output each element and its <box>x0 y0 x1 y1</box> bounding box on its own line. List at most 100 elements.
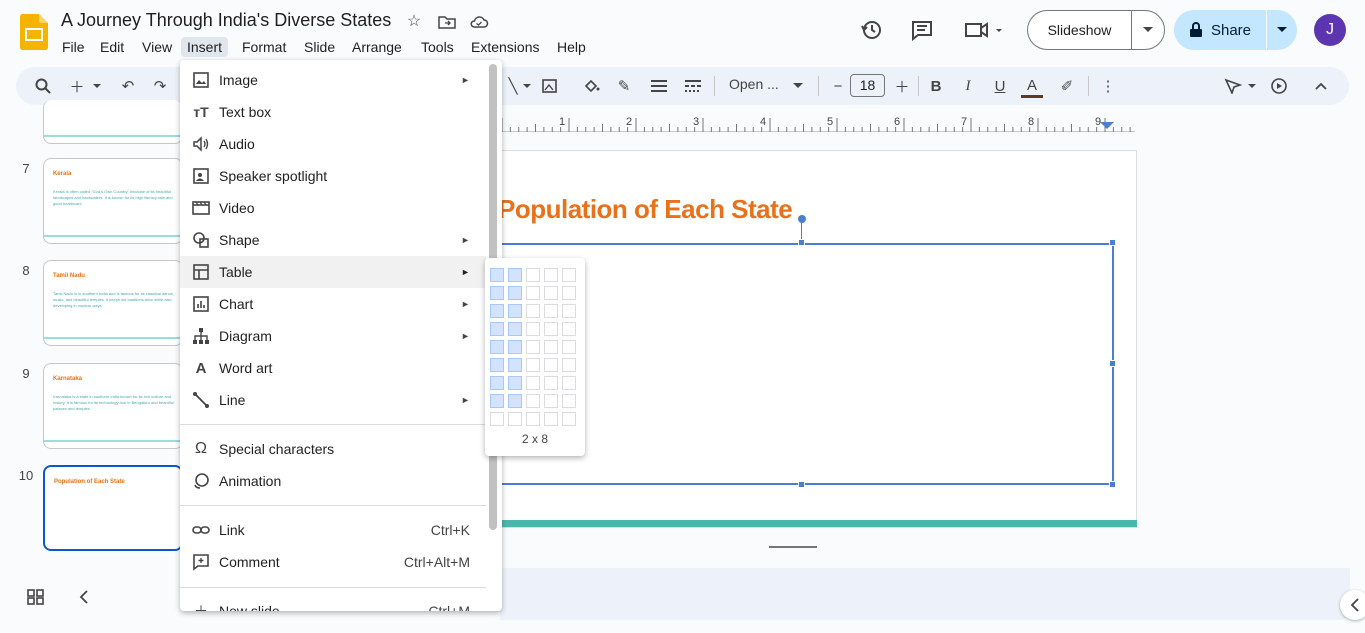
slide-title[interactable]: Population of Each State <box>498 194 793 225</box>
menu-format[interactable]: Format <box>236 37 292 57</box>
table-grid-cell[interactable] <box>544 376 558 390</box>
share-button[interactable]: Share <box>1174 10 1266 50</box>
table-grid-cell[interactable] <box>508 268 522 282</box>
new-slide-dropdown-icon[interactable] <box>90 76 104 96</box>
menu-item-speaker-spotlight[interactable]: Speaker spotlight <box>180 160 486 192</box>
resize-handle[interactable] <box>1109 360 1116 367</box>
table-grid-cell[interactable] <box>562 376 576 390</box>
body-placeholder[interactable] <box>500 243 1114 485</box>
table-grid-cell[interactable] <box>490 412 504 426</box>
font-family-select[interactable]: Open ... <box>729 76 779 92</box>
slide-thumbnail-karnataka[interactable]: Karnataka Karnataka is a state in southe… <box>43 363 183 449</box>
table-grid-cell[interactable] <box>508 340 522 354</box>
border-weight-icon[interactable] <box>648 76 670 96</box>
table-grid-cell[interactable] <box>544 286 558 300</box>
table-grid-cell[interactable] <box>490 376 504 390</box>
table-grid-cell[interactable] <box>526 304 540 318</box>
meet-icon[interactable] <box>962 16 1006 44</box>
menu-extensions[interactable]: Extensions <box>465 37 545 57</box>
notes-resize-handle[interactable] <box>769 546 817 548</box>
underline-icon[interactable]: U <box>989 76 1011 96</box>
collapse-toolbar-icon[interactable] <box>1310 76 1332 96</box>
menu-edit[interactable]: Edit <box>94 37 130 57</box>
table-grid-cell[interactable] <box>544 322 558 336</box>
rotate-handle[interactable] <box>798 215 806 223</box>
menu-arrange[interactable]: Arrange <box>346 37 408 57</box>
share-dropdown-button[interactable] <box>1267 10 1297 50</box>
border-color-icon[interactable]: ✎ <box>613 76 635 96</box>
version-history-icon[interactable] <box>858 16 886 44</box>
table-grid-cell[interactable] <box>508 304 522 318</box>
menu-view[interactable]: View <box>136 37 178 57</box>
table-grid-cell[interactable] <box>544 268 558 282</box>
move-to-folder-icon[interactable] <box>437 12 457 32</box>
table-grid-cell[interactable] <box>526 394 540 408</box>
resize-handle[interactable] <box>798 481 805 488</box>
table-grid-cell[interactable] <box>544 358 558 372</box>
bold-icon[interactable]: B <box>925 76 947 96</box>
table-grid-cell[interactable] <box>526 322 540 336</box>
menu-item-chart[interactable]: Chart ► <box>180 288 486 320</box>
slide-thumbnail-population[interactable]: Population of Each State <box>43 465 183 551</box>
increase-font-size-icon[interactable]: ＋ <box>891 76 913 96</box>
text-color-icon[interactable]: A <box>1021 76 1043 98</box>
menu-help[interactable]: Help <box>551 37 592 57</box>
table-grid-cell[interactable] <box>544 412 558 426</box>
italic-icon[interactable]: I <box>957 76 979 96</box>
menu-item-animation[interactable]: Animation <box>180 465 486 497</box>
document-title[interactable]: A Journey Through India's Diverse States <box>61 10 391 31</box>
resize-handle[interactable] <box>1109 239 1116 246</box>
table-grid-cell[interactable] <box>526 376 540 390</box>
table-size-picker[interactable]: 2 x 8 <box>485 258 585 456</box>
table-grid-cell[interactable] <box>562 340 576 354</box>
table-grid-cell[interactable] <box>508 358 522 372</box>
table-grid-cell[interactable] <box>562 412 576 426</box>
right-indent-marker-icon[interactable] <box>1100 122 1114 130</box>
table-grid-cell[interactable] <box>544 394 558 408</box>
search-menus-icon[interactable] <box>32 76 54 96</box>
table-grid-cell[interactable] <box>544 340 558 354</box>
font-size-input[interactable]: 18 <box>850 74 885 97</box>
slide-thumbnail-kerala[interactable]: Kerala Kerala is often called "God's Own… <box>43 158 183 244</box>
motion-icon[interactable] <box>1268 76 1290 96</box>
select-tool-icon[interactable] <box>1222 76 1244 96</box>
table-grid-cell[interactable] <box>508 394 522 408</box>
new-slide-icon[interactable]: ＋ <box>66 76 88 96</box>
cloud-saved-icon[interactable] <box>469 12 489 32</box>
menu-item-new-slide[interactable]: ＋ New slide Ctrl+M <box>180 595 486 611</box>
undo-icon[interactable]: ↶ <box>117 76 139 96</box>
grid-view-icon[interactable] <box>26 588 46 606</box>
table-grid-cell[interactable] <box>490 358 504 372</box>
speaker-notes[interactable] <box>500 568 1350 620</box>
table-grid-cell[interactable] <box>526 268 540 282</box>
resize-handle[interactable] <box>1109 481 1116 488</box>
menu-item-video[interactable]: Video <box>180 192 486 224</box>
menu-item-diagram[interactable]: Diagram ► <box>180 320 486 352</box>
table-grid-cell[interactable] <box>490 340 504 354</box>
table-grid-cell[interactable] <box>490 286 504 300</box>
line-dropdown-icon[interactable] <box>520 76 534 96</box>
redo-icon[interactable]: ↷ <box>149 76 171 96</box>
menu-item-audio[interactable]: Audio <box>180 128 486 160</box>
insert-image-icon[interactable] <box>540 76 562 96</box>
table-grid-cell[interactable] <box>562 286 576 300</box>
table-grid-cell[interactable] <box>508 286 522 300</box>
table-grid-cell[interactable] <box>508 412 522 426</box>
comments-icon[interactable] <box>908 16 936 44</box>
more-options-icon[interactable]: ⋮ <box>1097 76 1119 96</box>
table-grid-cell[interactable] <box>490 394 504 408</box>
table-grid-cell[interactable] <box>562 322 576 336</box>
menu-slide[interactable]: Slide <box>298 37 341 57</box>
slides-logo-icon[interactable] <box>20 14 48 50</box>
collapse-filmstrip-icon[interactable] <box>76 588 92 606</box>
slideshow-dropdown-button[interactable] <box>1131 10 1165 50</box>
menu-item-comment[interactable]: Comment Ctrl+Alt+M <box>180 546 486 578</box>
star-icon[interactable]: ☆ <box>404 12 424 32</box>
menu-item-line[interactable]: Line ► <box>180 384 486 416</box>
menu-tools[interactable]: Tools <box>415 37 460 57</box>
font-family-dropdown-icon[interactable] <box>790 76 806 96</box>
table-grid-cell[interactable] <box>544 304 558 318</box>
table-grid-cell[interactable] <box>562 268 576 282</box>
menu-file[interactable]: File <box>56 37 91 57</box>
decrease-font-size-icon[interactable]: − <box>827 76 849 96</box>
